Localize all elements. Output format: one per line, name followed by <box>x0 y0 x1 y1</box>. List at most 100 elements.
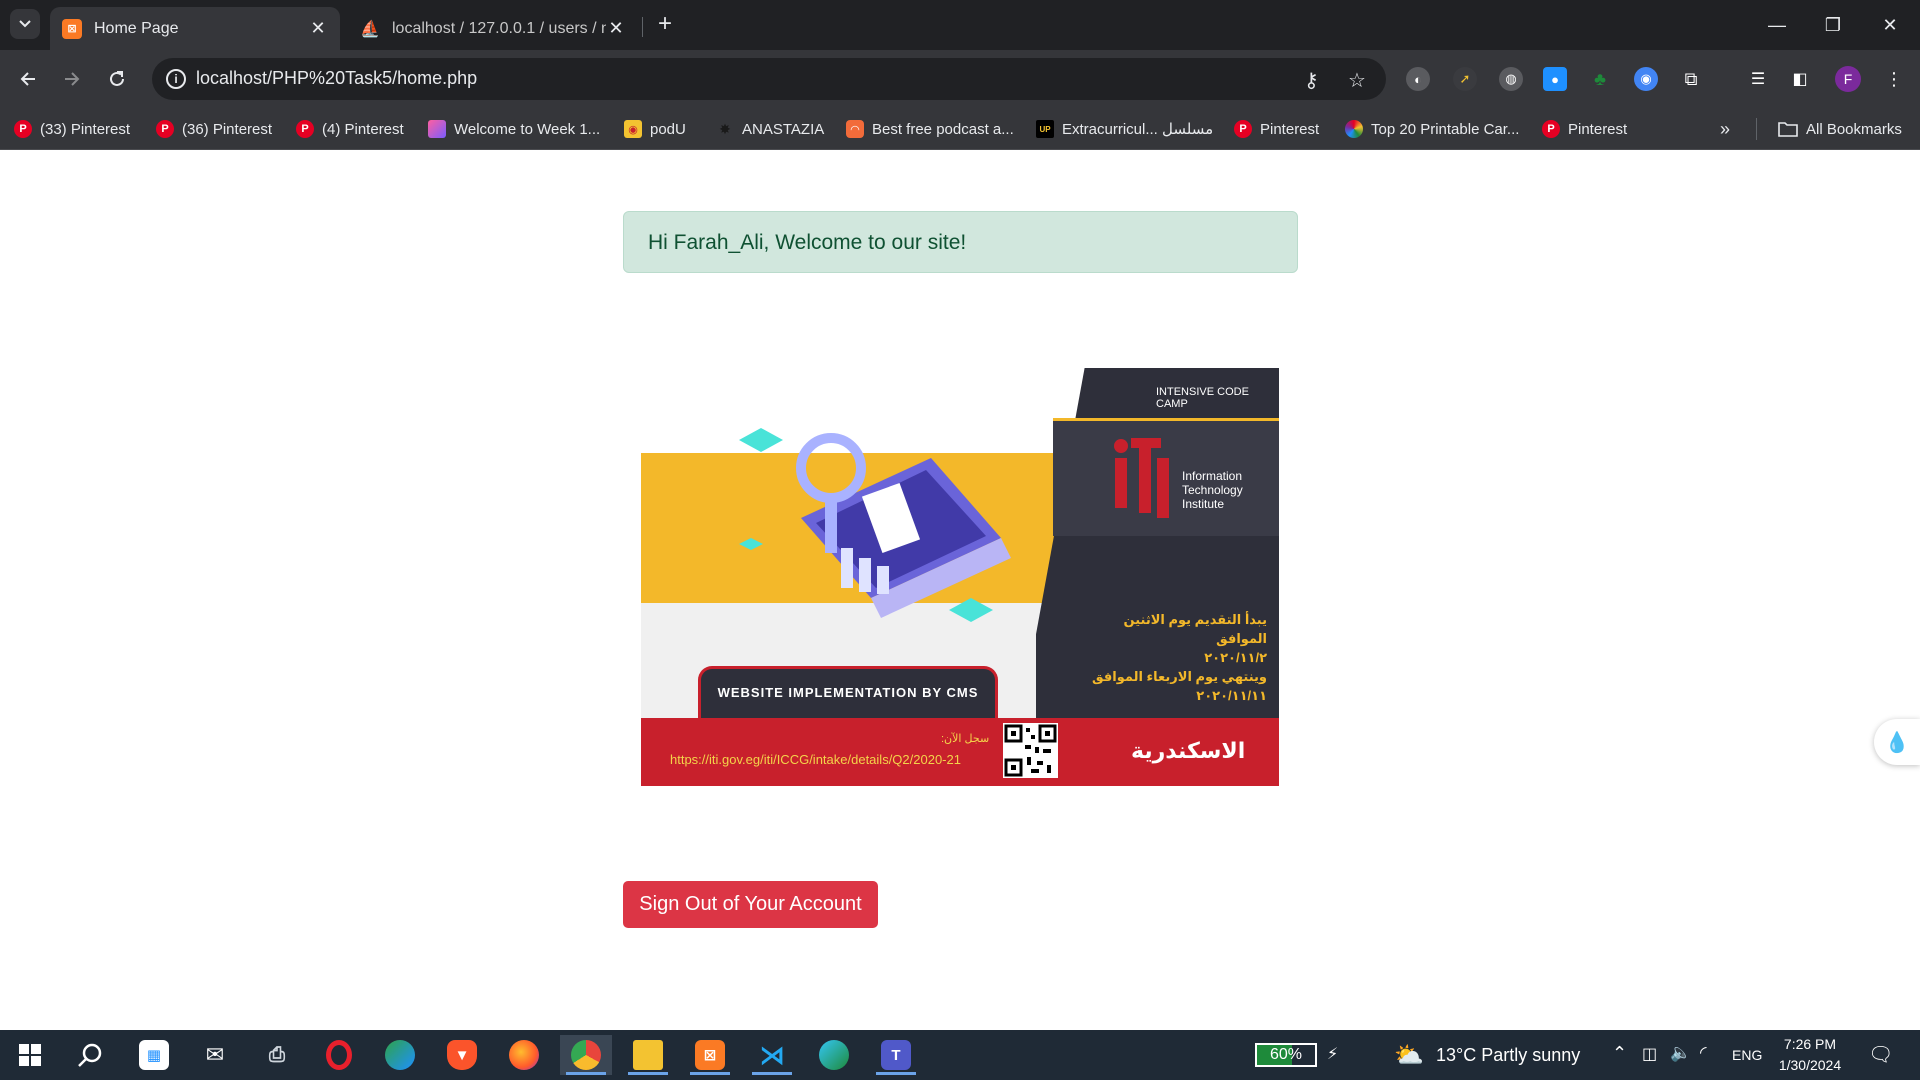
pinterest-icon: P <box>1234 120 1252 138</box>
tab-separator <box>642 17 643 37</box>
media-control-icon[interactable]: ☰ <box>1746 67 1770 91</box>
welcome-alert: Hi Farah_Ali, Welcome to our site! <box>623 211 1298 273</box>
magnifier-icon <box>78 1043 102 1067</box>
bookmark-label: ANASTAZIA <box>742 120 825 138</box>
minimize-button[interactable]: — <box>1749 0 1805 50</box>
banner-register-label: سجل الآن: <box>941 733 990 745</box>
bookmark-item[interactable]: ◉ podU <box>624 118 686 140</box>
iti-banner-image: INTENSIVE CODE CAMP Information Technolo… <box>641 368 1279 786</box>
extension-circle-icon[interactable]: ◉ <box>1634 67 1658 91</box>
bookmark-label: Pinterest <box>1260 120 1320 138</box>
address-url[interactable]: localhost/PHP%20Task5/home.php <box>196 68 477 89</box>
side-panel-icon[interactable]: ◧ <box>1788 67 1812 91</box>
restore-button[interactable]: ❐ <box>1805 0 1861 50</box>
notifications-icon[interactable]: 🗨 <box>1868 1042 1893 1067</box>
forward-button[interactable] <box>56 63 88 95</box>
chrome-icon[interactable] <box>560 1035 612 1075</box>
tab-strip: ⊠ Home Page ✕ ⛵ localhost / 127.0.0.1 / … <box>0 0 1920 50</box>
teams-icon[interactable]: T <box>870 1035 922 1075</box>
puzzle-icon[interactable]: ⧉ <box>1679 67 1703 91</box>
bookmark-item[interactable]: ◠ Best free podcast a... <box>846 118 1014 140</box>
reload-button[interactable] <box>101 63 133 95</box>
bookmark-label: Top 20 Printable Car... <box>1371 120 1520 138</box>
file-explorer-icon[interactable] <box>622 1035 674 1075</box>
extension-drop-icon[interactable]: ● <box>1543 67 1567 91</box>
site-info-icon[interactable]: i <box>166 69 186 89</box>
meet-now-icon[interactable]: ◫ <box>1642 1044 1657 1064</box>
gradient-icon <box>428 120 446 138</box>
bookmark-label: Welcome to Week 1... <box>454 120 601 138</box>
bookmark-item[interactable]: P (33) Pinterest <box>14 118 130 140</box>
chevron-up-icon[interactable]: ⌃ <box>1612 1043 1627 1064</box>
opera-icon[interactable] <box>313 1035 365 1075</box>
extension-rocket-icon[interactable]: ➚ <box>1453 67 1477 91</box>
avatar[interactable]: F <box>1835 66 1861 92</box>
phpmyadmin-icon: ⛵ <box>360 20 380 38</box>
all-bookmarks-label: All Bookmarks <box>1806 120 1902 138</box>
new-tab-button[interactable]: + <box>650 10 680 40</box>
language-indicator[interactable]: ENG <box>1732 1047 1762 1063</box>
bookmark-item[interactable]: Welcome to Week 1... <box>428 118 600 140</box>
more-bookmarks-icon[interactable]: » <box>1720 118 1730 140</box>
search-icon[interactable] <box>64 1035 116 1075</box>
copilot-sidebar-icon[interactable]: 💧 <box>1874 719 1920 765</box>
address-bar[interactable]: i localhost/PHP%20Task5/home.php ⚷ ☆ <box>152 58 1386 100</box>
more-menu-icon[interactable]: ⋮ <box>1882 67 1906 91</box>
bookmark-star-icon[interactable]: ☆ <box>1348 68 1366 93</box>
password-key-icon[interactable]: ⚷ <box>1304 68 1319 93</box>
bookmark-label: Best free podcast a... <box>872 120 1014 138</box>
arrow-right-icon <box>65 72 80 86</box>
bookmark-separator <box>1756 118 1757 140</box>
folder-icon <box>1778 122 1798 137</box>
volume-icon[interactable]: 🔈 <box>1670 1043 1691 1063</box>
edge-dev-icon[interactable] <box>374 1035 426 1075</box>
all-bookmarks-button[interactable]: All Bookmarks <box>1778 118 1902 140</box>
tab-phpmyadmin[interactable]: ⛵ localhost / 127.0.0.1 / users / ne ✕ <box>348 7 638 50</box>
clock[interactable]: 7:26 PM 1/30/2024 <box>1760 1034 1860 1076</box>
windows-taskbar: ▦ ✉ ⎙ ▼ ⊠ ⋊ T 60% ⚡ ⛅ 13°C Partly sunny … <box>0 1030 1920 1080</box>
close-tab-icon[interactable]: ✕ <box>606 18 626 39</box>
pinterest-icon: P <box>156 120 174 138</box>
laptop-illustration <box>739 428 1011 622</box>
edge-icon[interactable] <box>808 1035 860 1075</box>
bookmark-item[interactable]: Top 20 Printable Car... <box>1345 118 1519 140</box>
extension-globe-icon[interactable]: ◍ <box>1499 67 1523 91</box>
banner-register-link: https://iti.gov.eg/iti/ICCG/intake/detai… <box>670 752 961 767</box>
firefox-icon[interactable] <box>498 1035 550 1075</box>
tab-title: localhost / 127.0.0.1 / users / ne <box>392 19 606 37</box>
pinterest-icon: P <box>14 120 32 138</box>
bookmark-item[interactable]: P Pinterest <box>1542 118 1627 140</box>
start-button[interactable] <box>4 1035 56 1075</box>
bookmark-label: Pinterest <box>1568 120 1628 138</box>
printer-icon[interactable]: ⎙ <box>251 1035 303 1075</box>
xampp-icon[interactable]: ⊠ <box>684 1035 736 1075</box>
brave-icon[interactable]: ▼ <box>436 1035 488 1075</box>
close-window-button[interactable]: ✕ <box>1862 0 1918 50</box>
close-tab-icon[interactable]: ✕ <box>308 18 328 39</box>
bookmark-item[interactable]: ✸ ANASTAZIA <box>716 118 824 140</box>
bookmark-item[interactable]: P Pinterest <box>1234 118 1319 140</box>
bookmark-item[interactable]: P (4) Pinterest <box>296 118 404 140</box>
wifi-icon[interactable]: ◜ <box>1700 1043 1707 1063</box>
extension-bowl-icon[interactable]: ◐ <box>1406 67 1430 91</box>
institute-name: Information Technology Institute <box>1182 469 1243 511</box>
battery-indicator[interactable]: 60% <box>1255 1043 1317 1067</box>
store-icon[interactable]: ▦ <box>128 1035 180 1075</box>
weather-text[interactable]: 13°C Partly sunny <box>1436 1045 1580 1066</box>
tab-search-button[interactable] <box>10 9 40 39</box>
clock-date: 1/30/2024 <box>1778 1057 1842 1073</box>
sign-out-button[interactable]: Sign Out of Your Account <box>623 881 878 928</box>
pinterest-icon: P <box>1542 120 1560 138</box>
tab-title: Home Page <box>94 19 179 37</box>
mail-icon[interactable]: ✉ <box>189 1035 241 1075</box>
extension-tree-icon[interactable]: ♣ <box>1588 67 1612 91</box>
tab-home-page[interactable]: ⊠ Home Page ✕ <box>50 7 340 50</box>
banner-camp-title: INTENSIVE CODE CAMP <box>1156 386 1249 410</box>
bookmark-label: (36) Pinterest <box>182 120 273 138</box>
star-icon: ✸ <box>719 120 731 137</box>
bookmark-label: (33) Pinterest <box>40 120 131 138</box>
bookmark-item[interactable]: UP Extracurricul... مسلسل <box>1036 118 1213 140</box>
vscode-icon[interactable]: ⋊ <box>746 1035 798 1075</box>
back-button[interactable] <box>12 63 44 95</box>
bookmark-item[interactable]: P (36) Pinterest <box>156 118 272 140</box>
